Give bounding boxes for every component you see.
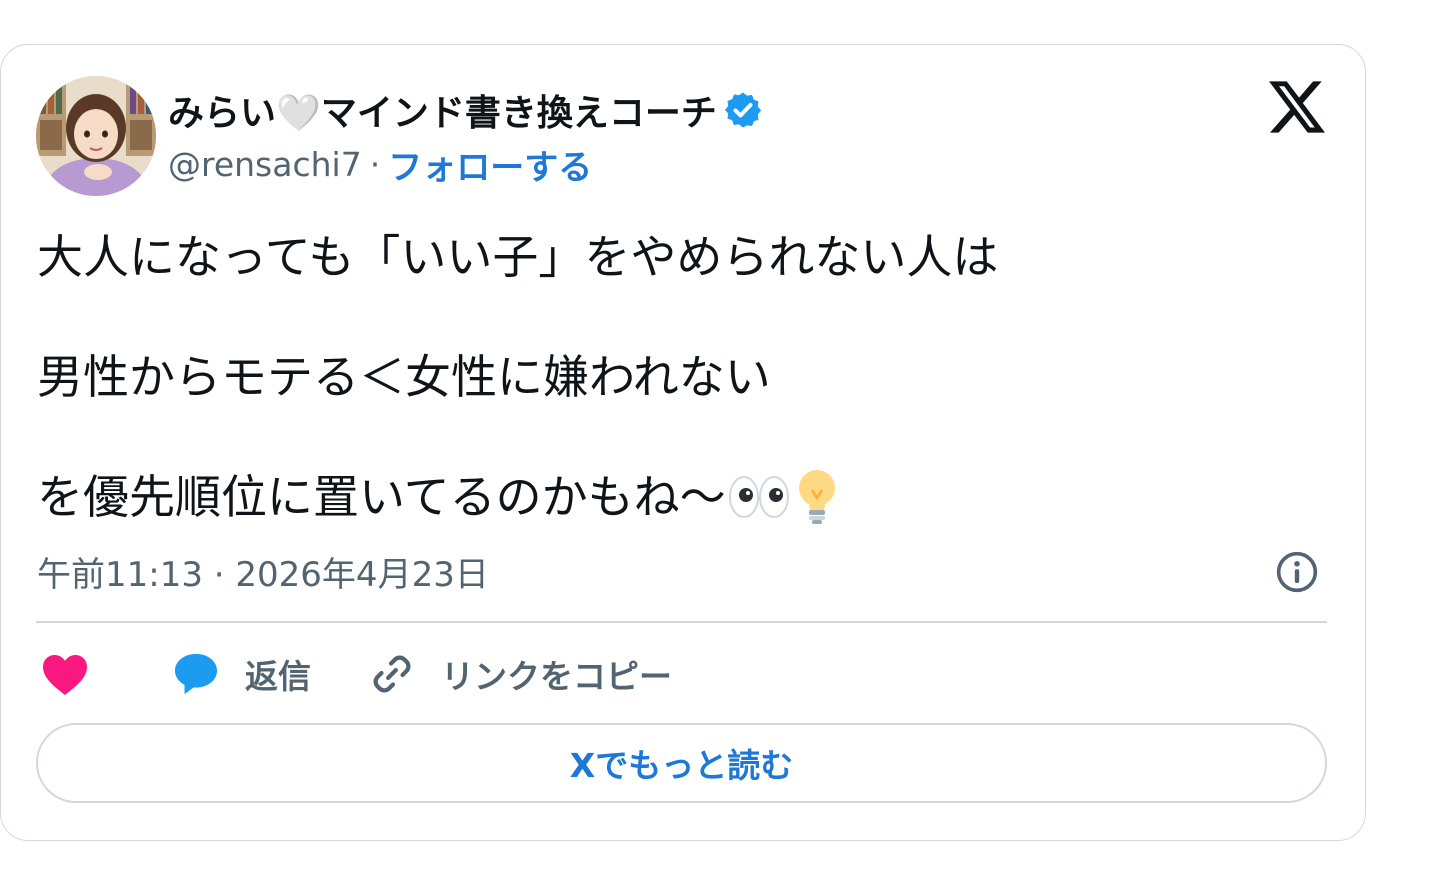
tweet-timestamp[interactable]: 午前11:13 · 2026年4月23日 xyxy=(37,547,489,596)
author-name[interactable]: みらい🤍マインド書き換えコーチ xyxy=(168,84,717,136)
avatar-illustration xyxy=(36,76,156,196)
copy-link-button[interactable]: リンクをコピー xyxy=(369,650,672,698)
read-more-on-x-button[interactable]: Xでもっと読む xyxy=(36,723,1327,803)
like-button[interactable] xyxy=(41,652,89,696)
follow-button[interactable]: フォローする xyxy=(388,140,592,189)
eyes-emoji-icon xyxy=(728,476,789,518)
author-avatar[interactable] xyxy=(36,76,156,196)
reply-label[interactable]: 返信 xyxy=(245,650,311,698)
tweet-line-3: を優先順位に置いてるのかもね〜 xyxy=(37,470,726,524)
copy-link-label[interactable]: リンクをコピー xyxy=(441,650,672,698)
tweet-line-1: 大人になっても「いい子」をやめられない人は xyxy=(37,230,999,284)
verified-badge-icon xyxy=(724,92,761,128)
tweet-line-3-wrapper: を優先順位に置いてるのかもね〜 xyxy=(37,467,1327,527)
tweet-text: 大人になっても「いい子」をやめられない人は 男性からモテる＜女性に嫌われない を… xyxy=(37,227,1327,527)
link-icon xyxy=(373,655,411,693)
author-name-row[interactable]: みらい🤍マインド書き換えコーチ xyxy=(168,85,763,135)
tweet-timestamp-link[interactable]: 午前11:13 · 2026年4月23日 xyxy=(37,547,489,596)
tweet-line-gap xyxy=(37,407,1327,467)
handle-row: @rensachi7 · フォローする xyxy=(168,140,592,189)
reply-bubble-icon xyxy=(174,653,218,695)
light-bulb-emoji-icon xyxy=(798,470,835,524)
embedded-tweet-card: みらい🤍マインド書き換えコーチ @rensachi7 · フォローする 大人にな… xyxy=(0,44,1366,841)
read-more-label[interactable]: Xでもっと読む xyxy=(570,739,793,787)
info-icon[interactable] xyxy=(1275,550,1319,594)
reply-button[interactable]: 返信 xyxy=(173,650,311,698)
x-logo-icon[interactable] xyxy=(1269,81,1325,133)
author-handle[interactable]: @rensachi7 xyxy=(168,145,362,184)
handle-separator: · xyxy=(369,144,381,184)
tweet-line-gap xyxy=(37,287,1327,347)
tweet-line-2: 男性からモテる＜女性に嫌われない xyxy=(37,350,771,404)
divider xyxy=(36,621,1327,623)
heart-icon xyxy=(43,655,87,695)
tweet-actions: 返信 リンクをコピー xyxy=(41,647,672,701)
